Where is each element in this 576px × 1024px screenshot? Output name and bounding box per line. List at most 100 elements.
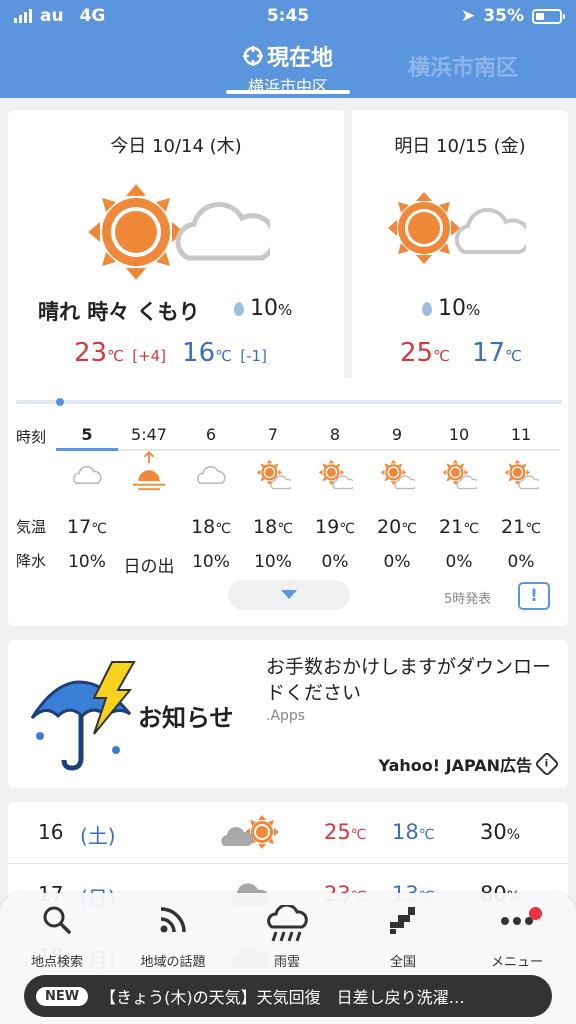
hour-precip: 10% [254,552,292,572]
nav-label: メニュー [490,955,543,970]
tab-current-location[interactable]: 現在地 横浜市中区 [226,40,350,97]
hour-precip: 0% [507,552,535,572]
cloud-icon [56,448,118,510]
hour-column: 5 17℃ 10% [56,422,118,572]
row-label-temp: 気温 [16,518,47,536]
hour-column: 8 19℃ 0% [304,422,366,572]
row-label-time: 時刻 [16,428,47,446]
active-tab-indicator [226,90,350,94]
hour-precip: 0% [321,552,349,572]
nav-item-japan-map[interactable]: 全国 [348,905,458,970]
hour-column: 9 20℃ 0% [366,422,428,572]
hour-label: 11 [510,425,532,444]
sun-cloud-icon [304,448,366,510]
more-icon [462,905,572,951]
weekly-weekday: (土) [80,824,116,848]
hour-precip: 10% [192,552,230,572]
tab-other-location[interactable]: 横浜市南区 [408,50,518,82]
crosshair-icon [242,46,263,66]
news-ticker[interactable]: NEW 【きょう(木)の天気】天気回復 日差し戻り洗濯… [24,975,552,1017]
rain-drop-icon [234,302,244,316]
nav-label: 地域の話題 [140,955,206,970]
hour-temp: 21℃ [439,516,479,538]
rain-cloud-icon [232,903,342,951]
cloud-icon [180,448,242,510]
day-divider [344,110,352,378]
hour-label: 9 [391,425,403,444]
weekly-date: 16 [38,820,64,844]
today-date: 今日 10/14 (木) [110,136,242,157]
hour-precip: 0% [383,552,411,572]
hour-temp: 21℃ [501,516,541,538]
hourly-forecast[interactable]: 時刻 気温 降水 5 17℃ 10% 5:47 日の出 6 18℃ 10% 7 18℃ 10% 8 1… [8,422,568,577]
feed-icon [118,905,228,951]
hour-precip: 0% [445,552,473,572]
today-forecast[interactable]: 今日 10/14 (木) [8,110,344,158]
ad-info-icon[interactable]: i [534,751,560,777]
tomorrow-date: 明日 10/15 (金) [394,136,526,157]
hour-label: 5 [81,425,93,444]
nav-item-more[interactable]: メニュー [462,905,572,970]
hourly-scrollbar[interactable] [16,398,562,406]
ad-banner[interactable]: お知らせ お手数おかけしますがダウンロードください .Apps Yahoo! J… [8,640,568,788]
hour-temp: 17℃ [67,516,107,538]
tomorrow-temps: 25℃ 17℃ [400,338,522,368]
hour-temp: 18℃ [191,516,231,538]
nav-item-feed[interactable]: 地域の話題 [118,905,228,970]
hour-precip: 日の出 [123,557,175,577]
ticker-text: 【きょう(木)の天気】天気回復 日差し戻り洗濯… [100,988,465,1007]
battery-percent: 35% [483,6,524,26]
search-icon [2,905,112,951]
sun-cloud-icon [366,448,428,510]
weekly-pop: 30% [480,820,521,844]
japan-map-icon [348,905,458,951]
hour-temp: 18℃ [253,516,293,538]
nav-label: 地点検索 [30,955,83,970]
hour-column: 7 18℃ 10% [242,422,304,572]
status-bar: au 4G 5:45 ➤ 35% [0,6,576,28]
sun-cloud-icon [388,192,526,264]
hour-temp: 19℃ [315,516,355,538]
sun-cloud-icon [242,448,304,510]
nav-item-rain-cloud[interactable]: 雨雲 [232,903,342,970]
tomorrow-low: 17℃ [471,338,522,368]
hour-temp: 20℃ [377,516,417,538]
today-pop: 10% [234,296,292,321]
nav-item-search[interactable]: 地点検索 [2,905,112,970]
sun-cloud-icon [490,448,552,510]
weekly-low: 18℃ [392,820,435,844]
scroll-position-dot [56,398,64,406]
today-temps: 23℃ [+4] 16℃ [-1] [74,338,267,368]
ad-text: お手数おかけしますがダウンロードください [266,656,552,704]
sun-cloud-icon [88,184,270,280]
issued-time: 5時発表 [444,592,492,607]
cloud-sun-icon [218,812,282,852]
hour-column: 5:47 日の出 [118,422,180,577]
ad-title: お知らせ [138,704,234,732]
today-low: 16℃ [-1] [182,338,267,368]
weekly-high: 25℃ [324,820,367,844]
rain-drop-icon [422,302,432,316]
hour-label: 5:47 [131,425,167,444]
tomorrow-forecast[interactable]: 明日 10/15 (金) [352,110,568,158]
hour-column: 10 21℃ 0% [428,422,490,572]
location-title: 現在地 [266,46,333,71]
hour-label: 10 [448,425,470,444]
weekly-row[interactable]: 16 (土) 25℃ 18℃ 30% [8,802,568,864]
hour-precip: 10% [68,552,106,572]
new-badge: NEW [36,986,89,1006]
header-bar: au 4G 5:45 ➤ 35% 現在地 横浜市中区 横浜市南区 [0,0,576,98]
sunrise-icon [118,448,180,510]
sun-cloud-icon [428,448,490,510]
forecast-card: 今日 10/14 (木) 晴れ 時々 くもり 10% 23℃ [+4] 16℃ … [8,110,568,626]
tomorrow-pop: 10% [422,296,480,321]
ad-sponsor[interactable]: Yahoo! JAPAN広告 i [378,751,560,777]
today-condition: 晴れ 時々 くもり [38,300,200,324]
hour-temp [118,516,180,538]
notice-button[interactable]: ! [518,582,550,610]
hour-label: 7 [267,425,279,444]
location-arrow-icon: ➤ [461,6,476,26]
hour-label: 8 [329,425,341,444]
today-high: 23℃ [+4] [74,338,167,368]
expand-hourly-button[interactable] [228,580,350,610]
